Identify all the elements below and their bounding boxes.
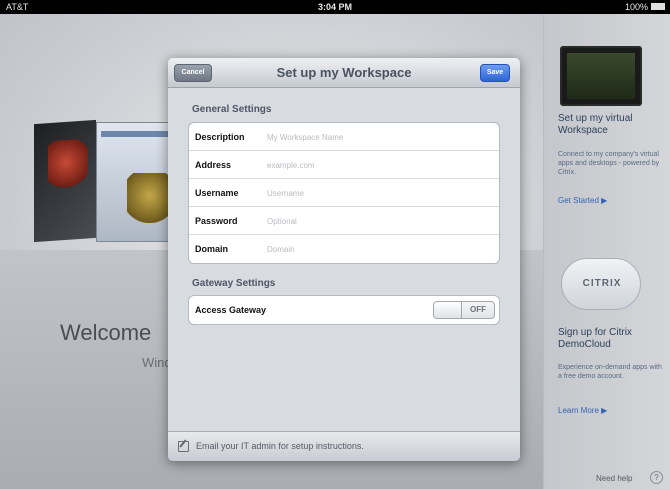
workspace-thumbnail	[560, 46, 642, 106]
need-help-label[interactable]: Need help	[596, 474, 632, 483]
description-label: Description	[195, 132, 245, 142]
address-row[interactable]: Address	[189, 151, 499, 179]
description-row[interactable]: Description	[189, 123, 499, 151]
democloud-description: Experience on-demand apps with a free de…	[558, 364, 662, 380]
description-input[interactable]	[267, 127, 487, 147]
cloud-icon[interactable]: CITRIX	[561, 258, 641, 310]
general-settings-header: General Settings	[192, 104, 272, 115]
setup-workspace-dialog: Cancel Set up my Workspace Save General …	[168, 58, 520, 461]
tablet-screen	[567, 53, 635, 99]
workspace-setup-title: Set up my virtual Workspace	[558, 113, 633, 136]
domain-input[interactable]	[267, 239, 487, 259]
get-started-link[interactable]: Get Started ▶	[558, 196, 607, 205]
general-settings-group: Description Address Username Password Do…	[188, 122, 500, 264]
password-row[interactable]: Password	[189, 207, 499, 235]
battery-percent: 100%	[624, 2, 648, 12]
welcome-heading: Welcome	[60, 320, 152, 345]
access-gateway-label: Access Gateway	[195, 305, 267, 315]
dialog-navbar: Cancel Set up my Workspace Save	[168, 58, 520, 88]
access-gateway-row: Access Gateway OFF	[189, 296, 499, 324]
workspace-setup-description: Connect to my company's virtual apps and…	[558, 151, 660, 176]
citrix-logo: CITRIX	[582, 278, 622, 289]
democloud-title: Sign up for Citrix DemoCloud	[558, 327, 632, 350]
address-label: Address	[195, 160, 232, 170]
save-button[interactable]: Save	[480, 64, 510, 82]
dialog-footer[interactable]: Email your IT admin for setup instructio…	[168, 431, 520, 461]
password-label: Password	[195, 216, 238, 226]
username-label: Username	[195, 188, 239, 198]
domain-row[interactable]: Domain	[189, 235, 499, 263]
background-screenshot-cad	[96, 122, 177, 242]
password-input[interactable]	[267, 211, 487, 231]
heart-image	[48, 138, 88, 192]
address-input[interactable]	[267, 155, 487, 175]
compose-icon	[178, 441, 189, 452]
toggle-state: OFF	[470, 305, 486, 314]
domain-label: Domain	[195, 244, 229, 254]
window-titlebar	[101, 131, 171, 137]
access-gateway-toggle[interactable]: OFF	[433, 301, 495, 319]
status-bar: AT&T 3:04 PM 100%	[0, 0, 670, 14]
clock: 3:04 PM	[317, 2, 352, 12]
gateway-settings-header: Gateway Settings	[192, 278, 276, 289]
username-row[interactable]: Username	[189, 179, 499, 207]
help-icon[interactable]: ?	[650, 471, 663, 484]
dialog-title: Set up my Workspace	[276, 65, 412, 80]
learn-more-link[interactable]: Learn More ▶	[558, 406, 607, 415]
email-admin-text[interactable]: Email your IT admin for setup instructio…	[196, 441, 364, 451]
background-screenshot-medical	[34, 119, 96, 243]
toggle-knob[interactable]	[434, 302, 462, 318]
username-input[interactable]	[267, 183, 487, 203]
gateway-settings-group: Access Gateway OFF	[188, 295, 500, 325]
battery-icon	[651, 3, 665, 10]
